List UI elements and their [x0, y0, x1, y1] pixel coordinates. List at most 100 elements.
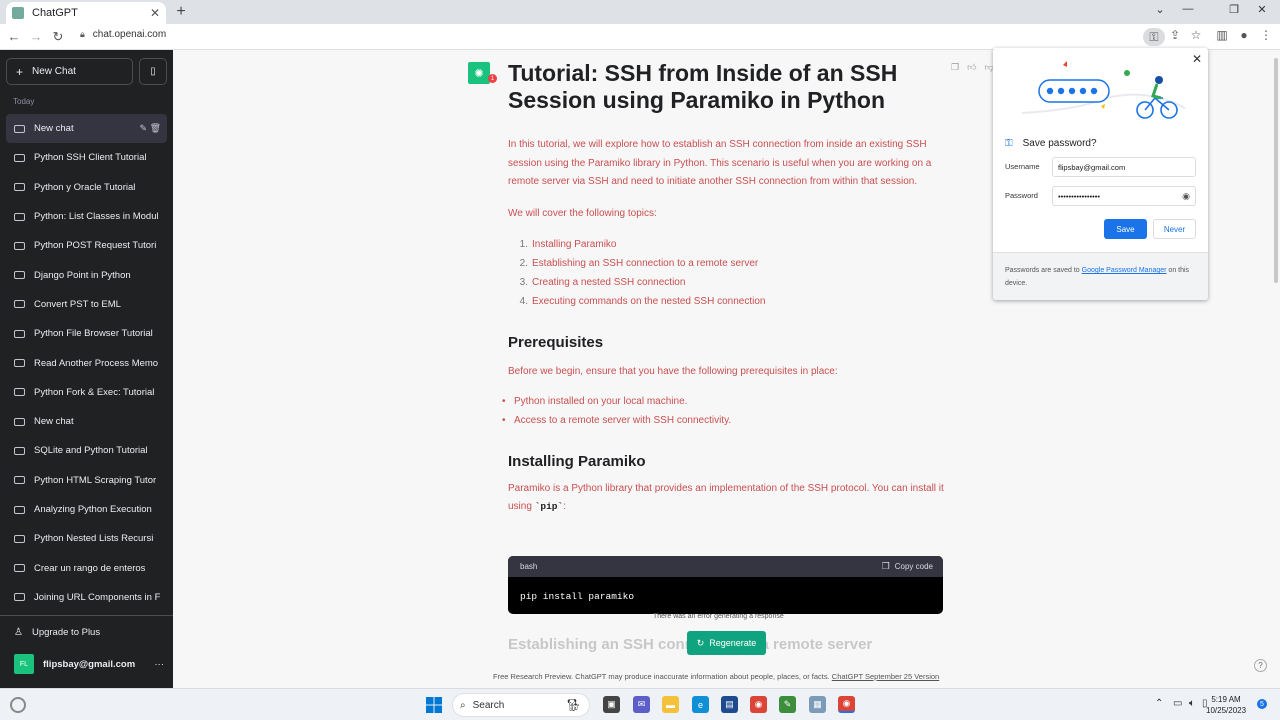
chat-history-item[interactable]: Django Point in Python [6, 260, 167, 289]
save-password-button[interactable]: Save [1104, 219, 1147, 239]
chat-history-item[interactable]: Python Fork & Exec: Tutorial [6, 378, 167, 407]
notepad-icon[interactable]: ✎ [779, 696, 796, 713]
topic-text: Installing Paramiko [532, 239, 617, 251]
install-text-end: : [563, 501, 566, 513]
chat-history-item[interactable]: New chat ✎ 🗑︎ [6, 114, 167, 144]
network-icon[interactable]: ▭ [1173, 698, 1182, 709]
show-password-eye-icon[interactable]: ◉ [1182, 191, 1190, 202]
version-link[interactable]: ChatGPT September 25 Version [832, 672, 939, 681]
teams-chat-icon[interactable]: ✉ [633, 696, 650, 713]
upgrade-button[interactable]: ♙ Upgrade to Plus [14, 627, 100, 638]
chrome-icon[interactable]: ◉ [750, 696, 767, 713]
tab-search-icon[interactable]: ⌄ [1150, 3, 1170, 16]
chat-bubble-icon [14, 593, 25, 602]
chat-history-item[interactable]: New chat [6, 407, 167, 436]
volume-icon[interactable]: 🔈︎ [1189, 698, 1195, 709]
prereq-text: Python installed on your local machine. [514, 396, 688, 408]
new-tab-button[interactable]: + [172, 3, 190, 21]
side-panel-icon[interactable]: ▥ [1213, 28, 1231, 42]
maximize-icon[interactable]: ❐ [1224, 3, 1244, 16]
key-icon: ⚿ [1005, 138, 1013, 149]
app-icon[interactable]: ▦ [809, 696, 826, 713]
chat-history-item[interactable]: Joining URL Components in F [6, 583, 167, 612]
chat-bubble-icon [14, 505, 25, 514]
chat-history-item[interactable]: Python: List Classes in Modul [6, 202, 167, 231]
chat-history-item[interactable]: Python SSH Client Tutorial [6, 143, 167, 172]
password-manager-link[interactable]: Google Password Manager [1082, 267, 1167, 274]
edge-icon[interactable]: e [692, 696, 709, 713]
chat-history-item[interactable]: Analyzing Python Execution [6, 495, 167, 524]
tab-close-icon[interactable]: ✕ [150, 6, 160, 20]
username-field[interactable]: flipsbay@gmail.com [1052, 157, 1196, 177]
chat-history-item[interactable]: Python POST Request Tutori [6, 231, 167, 260]
password-illustration-icon [1021, 61, 1186, 119]
chat-bubble-icon [14, 183, 25, 192]
lock-icon: 🔒︎ [80, 29, 85, 39]
plus-icon: + [16, 64, 24, 79]
new-chat-button[interactable]: + New Chat [6, 58, 133, 85]
browser-tab[interactable]: ChatGPT ✕ [6, 2, 166, 24]
back-icon[interactable]: ← [6, 29, 22, 44]
taskbar-search[interactable]: ⌕ Search 🐕︎ [452, 693, 590, 717]
browser-menu-icon[interactable]: ⋮ [1257, 28, 1275, 42]
chat-history-item[interactable]: Crear un rango de enteros [6, 553, 167, 582]
edit-delete-icons[interactable]: ✎ 🗑︎ [140, 123, 161, 134]
prereq-intro: Before we begin, ensure that you have th… [508, 365, 838, 377]
chat-history-item[interactable]: Python HTML Scraping Tutor [6, 466, 167, 495]
windows-start-icon[interactable] [426, 697, 442, 713]
code-block: bash ❐ Copy code pip install paramiko [508, 556, 943, 614]
bookmark-star-icon[interactable]: ☆ [1187, 28, 1205, 42]
window-close-icon[interactable]: ✕ [1252, 3, 1272, 16]
toggle-sidebar-button[interactable]: ▯ [139, 58, 167, 85]
topic-text: Creating a nested SSH connection [532, 276, 686, 288]
chat-history-item[interactable]: SQLite and Python Tutorial [6, 436, 167, 465]
password-label: Password [1005, 191, 1038, 200]
copy-code-button[interactable]: ❐ Copy code [882, 561, 933, 572]
topic-number: 1. [519, 239, 528, 251]
user-menu[interactable]: FL flipsbay@gmail.com ··· [14, 654, 164, 674]
chat-bubble-icon [14, 564, 25, 573]
store-icon[interactable]: ▤ [721, 696, 738, 713]
password-key-icon[interactable]: ⚿ [1143, 28, 1165, 46]
chat-bubble-icon [14, 534, 25, 543]
chat-history-item[interactable]: Python y Oracle Tutorial [6, 173, 167, 202]
profile-icon[interactable]: ● [1235, 28, 1253, 42]
address-bar[interactable]: 🔒︎ chat.openai.com [80, 29, 166, 40]
never-save-button[interactable]: Never [1153, 219, 1196, 239]
chat-bubble-icon [14, 300, 25, 309]
dialog-title-text: Save password? [1022, 138, 1097, 149]
chat-history-item[interactable]: Python File Browser Tutorial [6, 319, 167, 348]
prereq-item: • Python installed on your local machine. [502, 393, 948, 412]
chat-history-item[interactable]: Convert PST to EML [6, 290, 167, 319]
copy-message-icon[interactable]: ❐ [951, 62, 959, 73]
chat-history-label: Python File Browser Tutorial [34, 328, 153, 340]
chat-history-item[interactable]: Python Nested Lists Recursi [6, 524, 167, 553]
dialog-close-icon[interactable]: ✕ [1192, 52, 1202, 66]
thumbs-up-icon[interactable]: 👍︎ [967, 62, 976, 73]
scrollbar[interactable] [1274, 58, 1278, 283]
file-explorer-icon[interactable]: ▬ [662, 696, 679, 713]
section-label-today: Today [13, 97, 35, 106]
reload-icon[interactable]: ↻ [50, 29, 66, 45]
save-password-dialog: ✕ ⚿ Save password? Username flipsbay@gma… [993, 48, 1208, 300]
forward-icon[interactable]: → [28, 29, 44, 44]
disclaimer-footer: Free Research Preview. ChatGPT may produ… [493, 672, 939, 681]
minimize-icon[interactable]: — [1178, 3, 1198, 15]
clock-date: 10/25/2023 [1206, 706, 1247, 715]
system-clock[interactable]: 5:19 AM 10/25/2023 [1206, 694, 1246, 716]
chat-history-label: Python SSH Client Tutorial [34, 152, 147, 164]
password-field[interactable]: •••••••••••••••• ◉ [1052, 186, 1196, 206]
tray-chevron-icon[interactable]: ⌃ [1155, 698, 1163, 709]
widgets-icon[interactable] [10, 697, 26, 713]
more-icon[interactable]: ··· [155, 659, 165, 670]
regenerate-button[interactable]: ↻ Regenerate [687, 631, 766, 655]
task-view-icon[interactable]: ▣ [603, 696, 620, 713]
chrome-active-icon[interactable]: ◉ [838, 696, 855, 713]
message-actions: ❐ 👍︎ 👎︎ [951, 62, 994, 73]
chat-history-item[interactable]: Read Another Process Memo [6, 348, 167, 377]
chat-bubble-icon [14, 212, 25, 221]
help-button[interactable]: ? [1254, 659, 1267, 672]
share-icon[interactable]: ⇪ [1166, 28, 1184, 42]
notification-badge[interactable]: 5 [1257, 699, 1267, 709]
topic-number: 4. [519, 295, 528, 307]
